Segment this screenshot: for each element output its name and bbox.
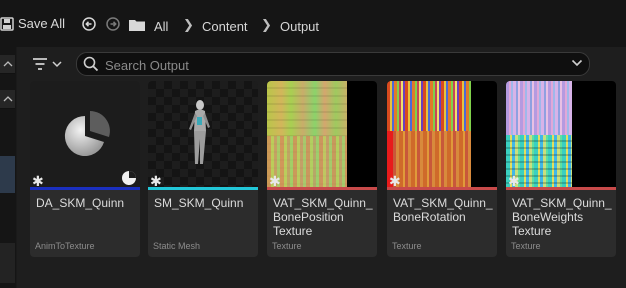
asset-tile-da-skm-quinn[interactable]: ✱ DA_SKM_Quinn AnimToTexture [30, 81, 140, 257]
folder-icon [129, 18, 145, 36]
back-arrow-icon [82, 17, 96, 31]
breadcrumb-all[interactable]: All [154, 19, 168, 34]
asset-thumbnail [387, 81, 497, 187]
breadcrumb-separator-icon[interactable]: ❯ [183, 17, 194, 33]
breadcrumb-output[interactable]: Output [280, 19, 319, 34]
folder-tree-area [0, 243, 15, 283]
asset-type-label: Texture [272, 241, 302, 251]
save-all-button[interactable]: Save All [0, 16, 65, 31]
filter-icon [33, 58, 62, 70]
asset-thumbnail [30, 81, 140, 187]
filter-button[interactable] [31, 55, 65, 73]
floppy-disk-icon [0, 16, 14, 31]
asset-view: ✱ DA_SKM_Quinn AnimToTexture ✱ SM_SKM_Qu… [17, 47, 626, 288]
asset-tile-vat-bonerotation[interactable]: ✱ VAT_SKM_Quinn_ BoneRotation Texture [387, 81, 497, 257]
forward-button[interactable] [106, 17, 120, 31]
asset-type-color-bar [148, 187, 258, 190]
asset-type-color-bar [506, 187, 616, 190]
search-icon [83, 56, 99, 72]
asset-type-color-bar [387, 187, 497, 190]
collapse-button[interactable] [0, 55, 15, 74]
mannequin-mesh-icon [189, 100, 210, 164]
asset-type-color-bar [267, 187, 377, 190]
asset-name: VAT_SKM_Quinn_ BonePosition Texture [273, 196, 373, 238]
asset-name: SM_SKM_Quinn [154, 196, 244, 210]
search-input[interactable] [103, 55, 547, 75]
breadcrumb-content[interactable]: Content [202, 19, 248, 34]
search-field[interactable] [76, 52, 590, 76]
asset-name: DA_SKM_Quinn [36, 196, 125, 210]
asset-type-color-bar [30, 187, 140, 190]
sources-panel-strip [0, 47, 16, 288]
asset-thumbnail [148, 81, 258, 187]
asset-thumbnail [267, 81, 377, 187]
asset-thumbnail [506, 81, 616, 187]
back-button[interactable] [82, 17, 96, 31]
asset-type-label: Static Mesh [153, 241, 201, 251]
asset-tile-vat-boneposition[interactable]: ✱ VAT_SKM_Quinn_ BonePosition Texture Te… [267, 81, 377, 257]
chevron-up-icon [3, 61, 13, 67]
expand-button[interactable] [0, 90, 15, 109]
forward-arrow-icon [106, 17, 120, 31]
asset-tile-vat-boneweights[interactable]: ✱ VAT_SKM_Quinn_ BoneWeights Texture Tex… [506, 81, 616, 257]
asset-type-label: Texture [511, 241, 541, 251]
breadcrumb-separator-icon[interactable]: ❯ [261, 17, 272, 33]
asset-type-label: AnimToTexture [35, 241, 95, 251]
asset-tile-sm-skm-quinn[interactable]: ✱ SM_SKM_Quinn Static Mesh [148, 81, 258, 257]
chevron-up-icon [3, 96, 13, 102]
selected-folder-item[interactable] [0, 156, 15, 193]
content-browser-toolbar: Save All All ❯ Content ❯ Output [0, 0, 626, 47]
asset-name: VAT_SKM_Quinn_ BoneWeights Texture [512, 196, 612, 238]
data-asset-pie-icon [64, 111, 136, 185]
asset-type-label: Texture [392, 241, 422, 251]
chevron-down-icon[interactable] [571, 58, 583, 68]
asset-name: VAT_SKM_Quinn_ BoneRotation [393, 196, 493, 224]
save-all-label: Save All [18, 16, 65, 31]
